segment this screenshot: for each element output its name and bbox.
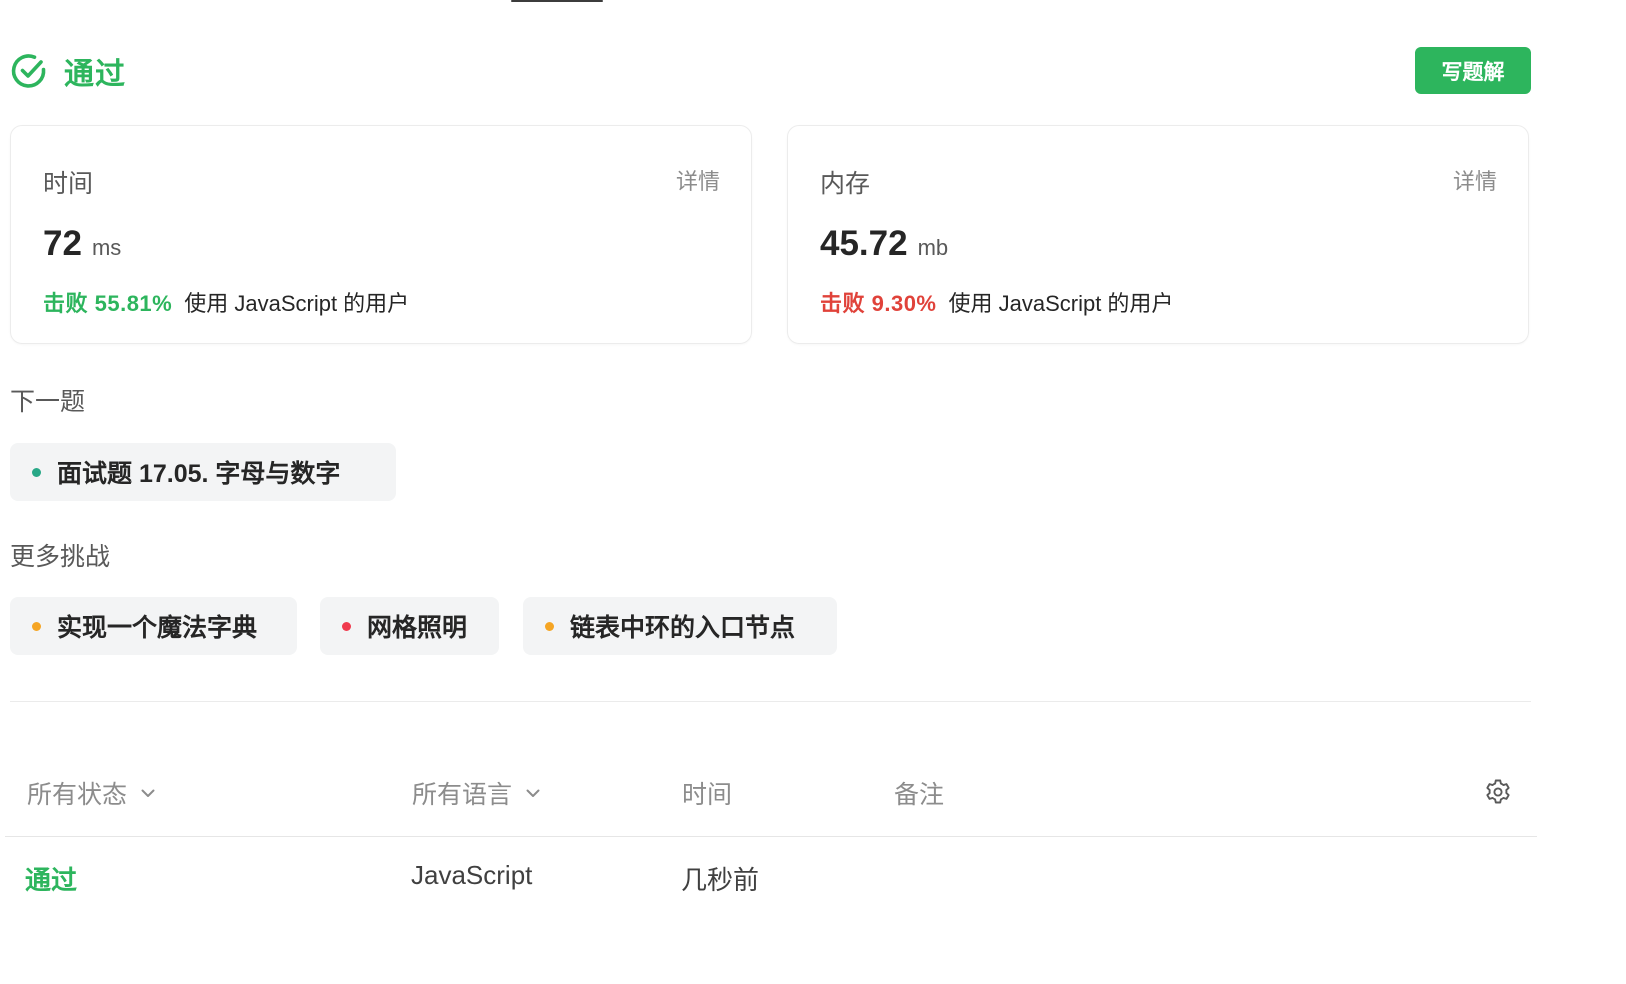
difficulty-dot [342,621,351,631]
runtime-value: 72 [43,224,82,263]
runtime-beats-percent: 击败 55.81% [43,291,173,316]
runtime-label: 时间 [43,170,94,198]
status-filter-dropdown[interactable]: 所有状态 [27,775,155,811]
runtime-beats-suffix: 使用 JavaScript 的用户 [184,291,410,316]
memory-beats-percent: 击败 9.30% [820,291,937,316]
time-column-header: 时间 [682,781,733,809]
submission-status-link[interactable]: 通过 [25,860,77,897]
challenge-label: 实现一个魔法字典 [57,614,258,642]
challenge-chip[interactable]: 实现一个魔法字典 [10,597,297,655]
challenge-chip[interactable]: 网格照明 [320,597,499,655]
submission-time: 几秒前 [681,865,760,895]
runtime-beats-row: 击败 55.81% 使用 JavaScript 的用户 [43,286,409,318]
table-header-separator [5,836,1537,837]
next-problem-chip[interactable]: 面试题 17.05. 字母与数字 [10,443,396,501]
status-title: 通过 [64,58,126,91]
difficulty-dot [545,621,554,631]
runtime-details-link[interactable]: 详情 [676,164,720,196]
chevron-down-icon [141,789,155,797]
challenge-chip[interactable]: 链表中环的入口节点 [523,597,837,655]
next-problem-label: 面试题 17.05. 字母与数字 [57,460,341,488]
memory-value-row: 45.72 mb [820,224,948,264]
chevron-down-icon [526,789,540,797]
memory-label: 内存 [820,170,871,198]
memory-beats-suffix: 使用 JavaScript 的用户 [948,291,1174,316]
challenge-label: 链表中环的入口节点 [570,614,796,642]
challenge-label: 网格照明 [367,614,468,642]
submission-language: JavaScript [411,860,533,890]
runtime-value-row: 72 ms [43,224,121,264]
memory-details-link[interactable]: 详情 [1453,164,1497,196]
runtime-card: 时间 详情 72 ms 击败 55.81% 使用 JavaScript 的用户 [10,125,752,344]
next-problem-title: 下一题 [10,388,86,416]
table-row[interactable]: 通过 JavaScript 几秒前 [5,850,1537,906]
language-filter-dropdown[interactable]: 所有语言 [412,775,540,811]
difficulty-dot [32,467,41,477]
active-tab-indicator [511,0,603,2]
more-challenges-title: 更多挑战 [10,543,111,571]
gear-icon[interactable] [1483,777,1513,807]
difficulty-dot [32,621,41,631]
memory-beats-row: 击败 9.30% 使用 JavaScript 的用户 [820,286,1173,318]
submissions-table-header: 所有状态 所有语言 时间 备注 [5,765,1537,821]
submission-result-page: 通过 写题解 时间 详情 72 ms 击败 55.81% 使用 JavaScri… [0,0,1626,984]
notes-column-header: 备注 [894,781,945,809]
memory-card: 内存 详情 45.72 mb 击败 9.30% 使用 JavaScript 的用… [787,125,1529,344]
write-solution-button[interactable]: 写题解 [1415,47,1531,94]
submission-status-header: 通过 [10,52,126,91]
section-divider [10,701,1531,702]
language-filter-label: 所有语言 [412,781,513,809]
status-filter-label: 所有状态 [27,781,128,809]
memory-value: 45.72 [820,224,908,263]
check-circle-icon [11,54,46,88]
runtime-unit: ms [91,235,122,260]
memory-unit: mb [917,235,949,260]
